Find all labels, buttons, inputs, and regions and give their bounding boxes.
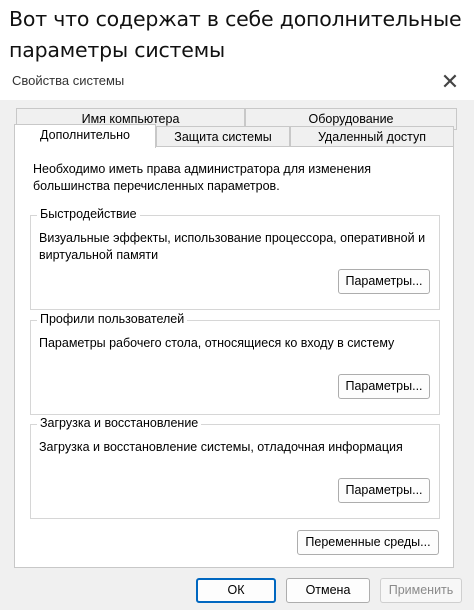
window-title: Свойства системы — [12, 73, 125, 88]
cancel-button[interactable]: Отмена — [286, 578, 370, 603]
tab-hardware-label: Оборудование — [308, 112, 394, 126]
tab-system-protection-label: Защита системы — [174, 130, 272, 144]
tab-advanced[interactable]: Дополнительно — [14, 124, 156, 148]
environment-variables-button[interactable]: Переменные среды... — [297, 530, 439, 555]
title-bar: Свойства системы ✕ — [0, 66, 474, 100]
advanced-tab-panel: Необходимо иметь права администратора дл… — [14, 146, 454, 568]
performance-title: Быстродействие — [37, 206, 140, 223]
user-profiles-group: Профили пользователей Параметры рабочего… — [30, 311, 440, 415]
performance-settings-button[interactable]: Параметры... — [338, 269, 430, 294]
ok-button[interactable]: ОК — [196, 578, 276, 603]
startup-recovery-group: Загрузка и восстановление Загрузка и вос… — [30, 415, 440, 519]
user-profiles-title: Профили пользователей — [37, 311, 188, 328]
user-profiles-settings-button[interactable]: Параметры... — [338, 374, 430, 399]
close-icon: ✕ — [440, 69, 460, 95]
apply-button[interactable]: Применить — [380, 578, 462, 603]
tab-advanced-label: Дополнительно — [40, 128, 130, 142]
startup-recovery-settings-button[interactable]: Параметры... — [338, 478, 430, 503]
tab-remote-label: Удаленный доступ — [317, 130, 427, 144]
admin-rights-note: Необходимо иметь права администратора дл… — [33, 162, 372, 193]
close-button[interactable]: ✕ — [434, 67, 466, 97]
tab-remote[interactable]: Удаленный доступ — [290, 126, 454, 148]
tab-system-protection[interactable]: Защита системы — [156, 126, 290, 148]
caption-line-1: Вот что содержат в себе дополнительные — [9, 7, 462, 31]
performance-description: Визуальные эффекты, использование процес… — [39, 231, 426, 262]
startup-recovery-title: Загрузка и восстановление — [37, 415, 202, 432]
startup-recovery-description: Загрузка и восстановление системы, отлад… — [39, 440, 403, 454]
user-profiles-description: Параметры рабочего стола, относящиеся ко… — [39, 336, 395, 350]
performance-group: Быстродействие Визуальные эффекты, испол… — [30, 206, 440, 310]
article-caption: Вот что содержат в себе дополнительные п… — [9, 4, 469, 66]
system-properties-dialog: Свойства системы ✕ Имя компьютера Оборуд… — [0, 66, 474, 610]
caption-line-2: параметры системы — [9, 38, 225, 62]
